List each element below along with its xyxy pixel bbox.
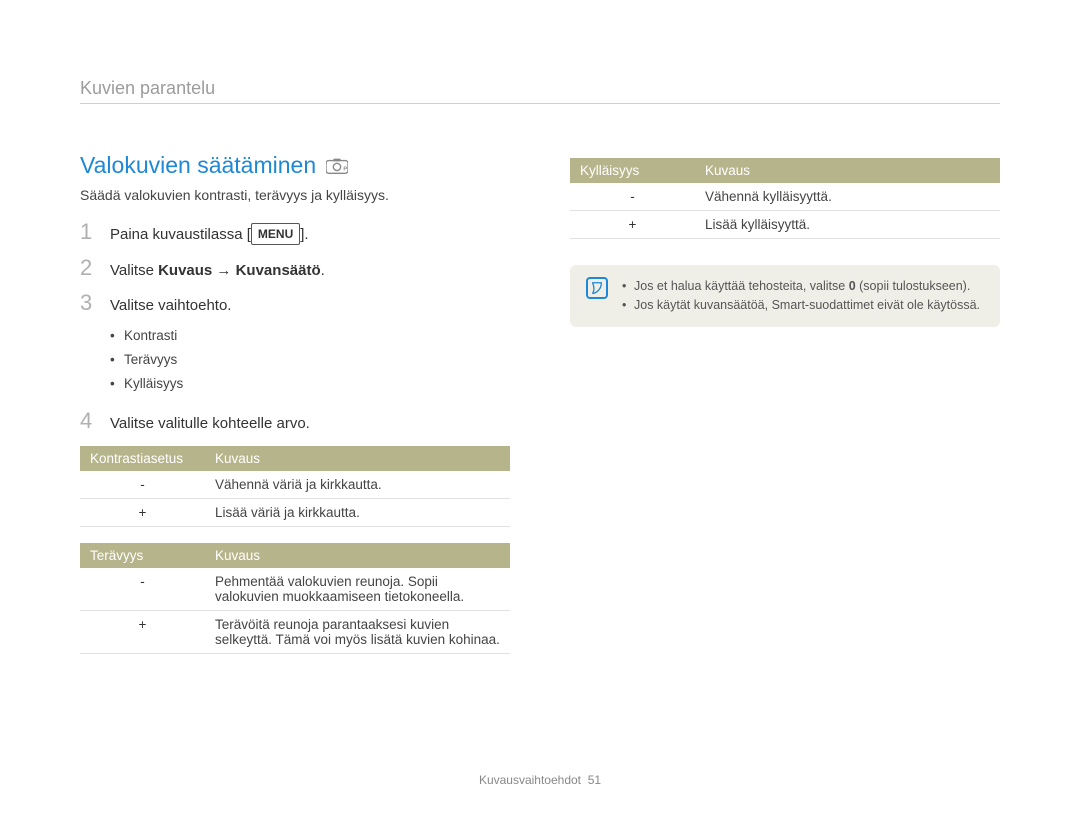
table-cell-key: +: [570, 211, 695, 239]
step-2-bold: Kuvaus → Kuvansäätö: [158, 262, 321, 279]
steps-list: 1 Paina kuvaustilassa [MENU]. 2 Valitse …: [80, 221, 510, 436]
note-item: Jos et halua käyttää tehosteita, valitse…: [622, 277, 980, 296]
section-title: Valokuvien säätäminen P: [80, 152, 510, 179]
table-row: - Pehmentää valokuvien reunoja. Sopii va…: [80, 568, 510, 611]
table-row: + Terävöitä reunoja parantaaksesi kuvien…: [80, 610, 510, 653]
table-cell-desc: Lisää väriä ja kirkkautta.: [205, 498, 510, 526]
table-header: Terävyys: [80, 543, 205, 568]
step-1-prefix: Paina kuvaustilassa [: [110, 226, 251, 243]
sharpness-table: Terävyys Kuvaus - Pehmentää valokuvien r…: [80, 543, 510, 654]
note-list: Jos et halua käyttää tehosteita, valitse…: [622, 277, 980, 315]
table-row: + Lisää väriä ja kirkkautta.: [80, 498, 510, 526]
step-4: 4 Valitse valitulle kohteelle arvo.: [80, 410, 510, 436]
note-1-suffix: (sopii tulostukseen).: [856, 279, 971, 293]
step-body: Paina kuvaustilassa [MENU].: [110, 223, 510, 247]
note-item: Jos käytät kuvansäätöä, Smart-suodattime…: [622, 296, 980, 315]
bullet-item: Kontrasti: [110, 324, 510, 348]
table-cell-key: -: [80, 471, 205, 499]
step-3-bullets: Kontrasti Terävyys Kylläisyys: [110, 324, 510, 397]
note-1-prefix: Jos et halua käyttää tehosteita, valitse: [634, 279, 849, 293]
table-row: - Vähennä kylläisyyttä.: [570, 183, 1000, 211]
table-cell-desc: Vähennä kylläisyyttä.: [695, 183, 1000, 211]
bullet-item: Kylläisyys: [110, 372, 510, 396]
step-body: Valitse Kuvaus → Kuvansäätö.: [110, 260, 510, 283]
footer-label: Kuvausvaihtoehdot: [479, 773, 581, 787]
table-cell-key: -: [80, 568, 205, 611]
step-3-text: Valitse vaihtoehto.: [110, 297, 231, 314]
step-body: Valitse vaihtoehto. Kontrasti Terävyys K…: [110, 295, 510, 400]
bullet-item: Terävyys: [110, 348, 510, 372]
table-cell-desc: Pehmentää valokuvien reunoja. Sopii valo…: [205, 568, 510, 611]
saturation-table: Kylläisyys Kuvaus - Vähennä kylläisyyttä…: [570, 158, 1000, 239]
page-number: 51: [588, 773, 601, 787]
step-1: 1 Paina kuvaustilassa [MENU].: [80, 221, 510, 247]
step-number: 3: [80, 292, 96, 314]
table-header: Kuvaus: [205, 446, 510, 471]
table-cell-desc: Terävöitä reunoja parantaaksesi kuvien s…: [205, 610, 510, 653]
step-number: 2: [80, 257, 96, 279]
right-column: Kylläisyys Kuvaus - Vähennä kylläisyyttä…: [570, 152, 1000, 670]
step-1-suffix: ].: [300, 226, 308, 243]
step-2: 2 Valitse Kuvaus → Kuvansäätö.: [80, 257, 510, 283]
note-1-bold: 0: [849, 279, 856, 293]
left-column: Valokuvien säätäminen P Säädä valokuvien…: [80, 152, 510, 670]
table-row: + Lisää kylläisyyttä.: [570, 211, 1000, 239]
table-cell-desc: Lisää kylläisyyttä.: [695, 211, 1000, 239]
svg-text:P: P: [344, 166, 348, 172]
note-box: Jos et halua käyttää tehosteita, valitse…: [570, 265, 1000, 327]
content-columns: Valokuvien säätäminen P Säädä valokuvien…: [80, 152, 1000, 670]
step-2-prefix: Valitse: [110, 262, 158, 279]
contrast-table: Kontrastiasetus Kuvaus - Vähennä väriä j…: [80, 446, 510, 527]
table-header: Kylläisyys: [570, 158, 695, 183]
table-header: Kuvaus: [205, 543, 510, 568]
table-header: Kuvaus: [695, 158, 1000, 183]
step-number: 1: [80, 221, 96, 243]
step-number: 4: [80, 410, 96, 432]
menu-button-label: MENU: [251, 223, 300, 245]
table-header: Kontrastiasetus: [80, 446, 205, 471]
table-row: - Vähennä väriä ja kirkkautta.: [80, 471, 510, 499]
intro-text: Säädä valokuvien kontrasti, terävyys ja …: [80, 187, 510, 203]
table-cell-key: +: [80, 498, 205, 526]
step-body: Valitse valitulle kohteelle arvo.: [110, 413, 510, 436]
table-cell-key: +: [80, 610, 205, 653]
step-2-suffix: .: [321, 262, 325, 279]
camera-mode-icon: P: [326, 158, 348, 174]
table-cell-desc: Vähennä väriä ja kirkkautta.: [205, 471, 510, 499]
table-cell-key: -: [570, 183, 695, 211]
page-footer: Kuvausvaihtoehdot 51: [0, 773, 1080, 787]
section-title-text: Valokuvien säätäminen: [80, 152, 316, 179]
note-icon: [586, 277, 608, 299]
breadcrumb: Kuvien parantelu: [80, 78, 1000, 104]
step-3: 3 Valitse vaihtoehto. Kontrasti Terävyys…: [80, 292, 510, 400]
